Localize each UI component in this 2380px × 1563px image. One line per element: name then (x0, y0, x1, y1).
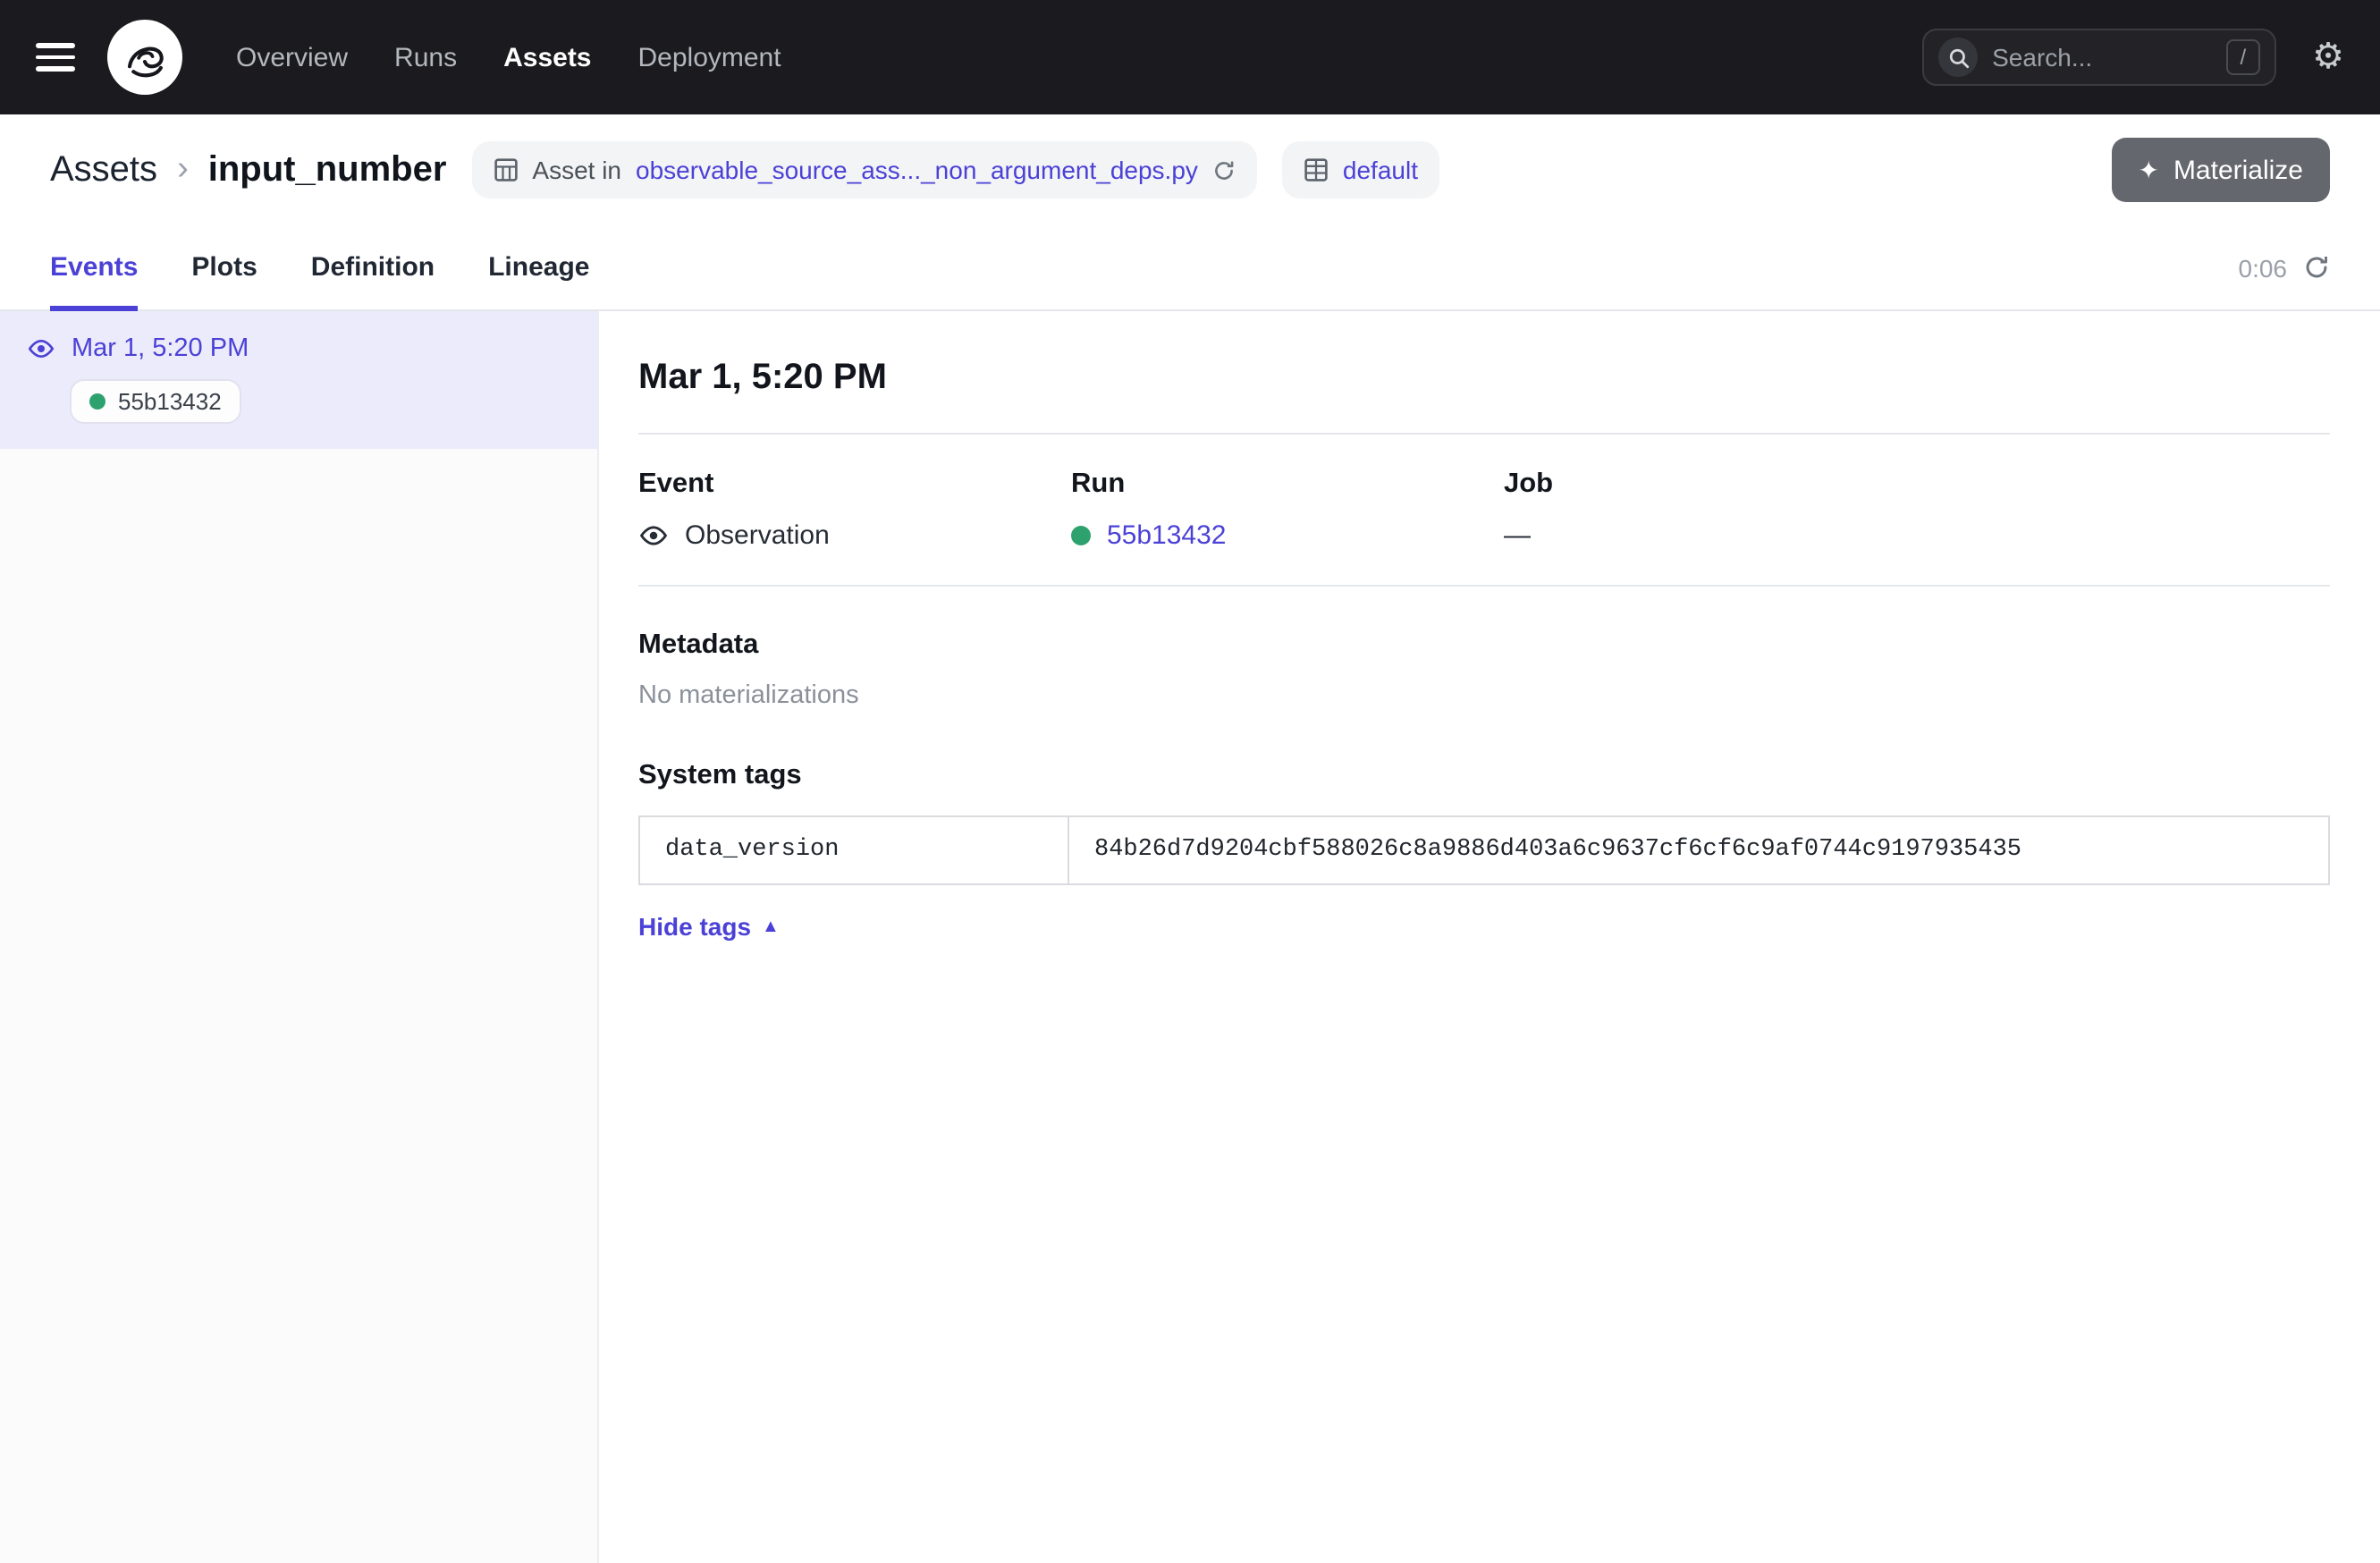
asset-group-chip[interactable]: default (1282, 141, 1439, 199)
primary-nav: Overview Runs Assets Deployment (236, 42, 781, 72)
nav-item-assets[interactable]: Assets (503, 42, 591, 72)
job-value: — (1504, 520, 2330, 551)
hide-tags-link[interactable]: Hide tags ▲ (638, 912, 780, 941)
group-name-link: default (1343, 156, 1418, 184)
run-id-link[interactable]: 55b13432 (1107, 520, 1227, 551)
job-column-label: Job (1504, 469, 2330, 501)
refresh-timer: 0:06 (2239, 253, 2288, 282)
event-date-label: Mar 1, 5:20 PM (72, 334, 249, 363)
group-table-icon (1304, 157, 1329, 182)
content-area: Mar 1, 5:20 PM 55b13432 Mar 1, 5:20 PM E… (0, 311, 2380, 1563)
caret-up-icon: ▲ (762, 917, 780, 936)
event-column: Event Observation (638, 469, 1071, 551)
run-column: Run 55b13432 (1071, 469, 1504, 551)
divider (638, 585, 2330, 587)
hide-tags-label: Hide tags (638, 912, 751, 941)
breadcrumb-assets-link[interactable]: Assets (50, 149, 157, 190)
tab-lineage[interactable]: Lineage (488, 225, 589, 311)
chevron-right-icon: › (177, 150, 189, 190)
event-run-chip: 55b13432 (70, 379, 241, 424)
breadcrumb-current-asset: input_number (208, 149, 447, 190)
system-tags-heading: System tags (638, 760, 2330, 792)
asset-location-prefix: Asset in (532, 156, 621, 184)
nav-item-overview[interactable]: Overview (236, 42, 348, 72)
event-title: Mar 1, 5:20 PM (638, 358, 2330, 399)
tab-plots[interactable]: Plots (191, 225, 257, 311)
refresh-icon[interactable] (2303, 254, 2330, 281)
event-detail-panel: Mar 1, 5:20 PM Event Observation Run (599, 311, 2380, 1563)
system-tags-section: System tags data_version 84b26d7d9204cbf… (638, 760, 2330, 944)
search-shortcut-key: / (2225, 39, 2260, 75)
asset-tabs: Events Plots Definition Lineage 0:06 (0, 225, 2380, 311)
asset-header: Assets › input_number Asset in observabl… (0, 114, 2380, 225)
breadcrumb: Assets › input_number (50, 149, 446, 190)
metadata-heading: Metadata (638, 629, 2330, 662)
dagster-swirl-icon (114, 27, 175, 88)
job-column: Job — (1504, 469, 2330, 551)
run-value: 55b13432 (1071, 520, 1504, 551)
asset-location-chip: Asset in observable_source_ass..._non_ar… (471, 141, 1257, 199)
materialize-label: Materialize (2173, 155, 2303, 185)
topbar-right: / ⚙ (1922, 29, 2344, 86)
search-input[interactable] (1992, 43, 2211, 72)
table-grid-icon (493, 157, 518, 182)
tag-key-cell: data_version (639, 816, 1068, 884)
refresh-status: 0:06 (2239, 225, 2331, 309)
event-summary-columns: Event Observation Run 55b13432 (638, 469, 2330, 551)
hamburger-menu-icon[interactable] (36, 37, 79, 79)
run-column-label: Run (1071, 469, 1504, 501)
tab-definition[interactable]: Definition (311, 225, 435, 311)
divider (638, 433, 2330, 435)
tag-value-cell: 84b26d7d9204cbf588026c8a9886d403a6c9637c… (1068, 816, 2329, 884)
tab-events[interactable]: Events (50, 225, 138, 311)
event-type-label: Observation (685, 520, 830, 551)
metadata-empty-text: No materializations (638, 681, 2330, 710)
system-tags-table: data_version 84b26d7d9204cbf588026c8a988… (638, 815, 2330, 885)
event-list-item-selected[interactable]: Mar 1, 5:20 PM 55b13432 (0, 311, 597, 449)
run-status-dot (1071, 526, 1091, 545)
event-run-id: 55b13432 (118, 388, 222, 415)
gear-icon[interactable]: ⚙ (2312, 39, 2344, 75)
event-type-value: Observation (638, 520, 1071, 551)
search-icon (1938, 38, 1978, 77)
dagster-logo[interactable] (107, 20, 182, 95)
run-status-dot (89, 393, 105, 410)
top-nav-bar: Overview Runs Assets Deployment / ⚙ (0, 0, 2380, 114)
eye-icon (27, 334, 55, 363)
table-row: data_version 84b26d7d9204cbf588026c8a988… (639, 816, 2329, 884)
sparkle-icon: ✦ (2138, 155, 2158, 185)
reload-location-icon[interactable] (1212, 158, 1236, 182)
nav-item-deployment[interactable]: Deployment (638, 42, 781, 72)
search-box[interactable]: / (1922, 29, 2276, 86)
eye-icon (638, 520, 669, 551)
nav-item-runs[interactable]: Runs (394, 42, 457, 72)
job-empty-dash: — (1504, 520, 1531, 551)
materialize-button[interactable]: ✦ Materialize (2111, 138, 2330, 202)
metadata-section: Metadata No materializations (638, 629, 2330, 710)
event-column-label: Event (638, 469, 1071, 501)
app-window: Overview Runs Assets Deployment / ⚙ Asse… (0, 0, 2380, 1563)
event-date-row: Mar 1, 5:20 PM (27, 334, 570, 363)
event-list-sidebar: Mar 1, 5:20 PM 55b13432 (0, 311, 599, 1563)
code-location-link[interactable]: observable_source_ass..._non_argument_de… (636, 156, 1198, 184)
